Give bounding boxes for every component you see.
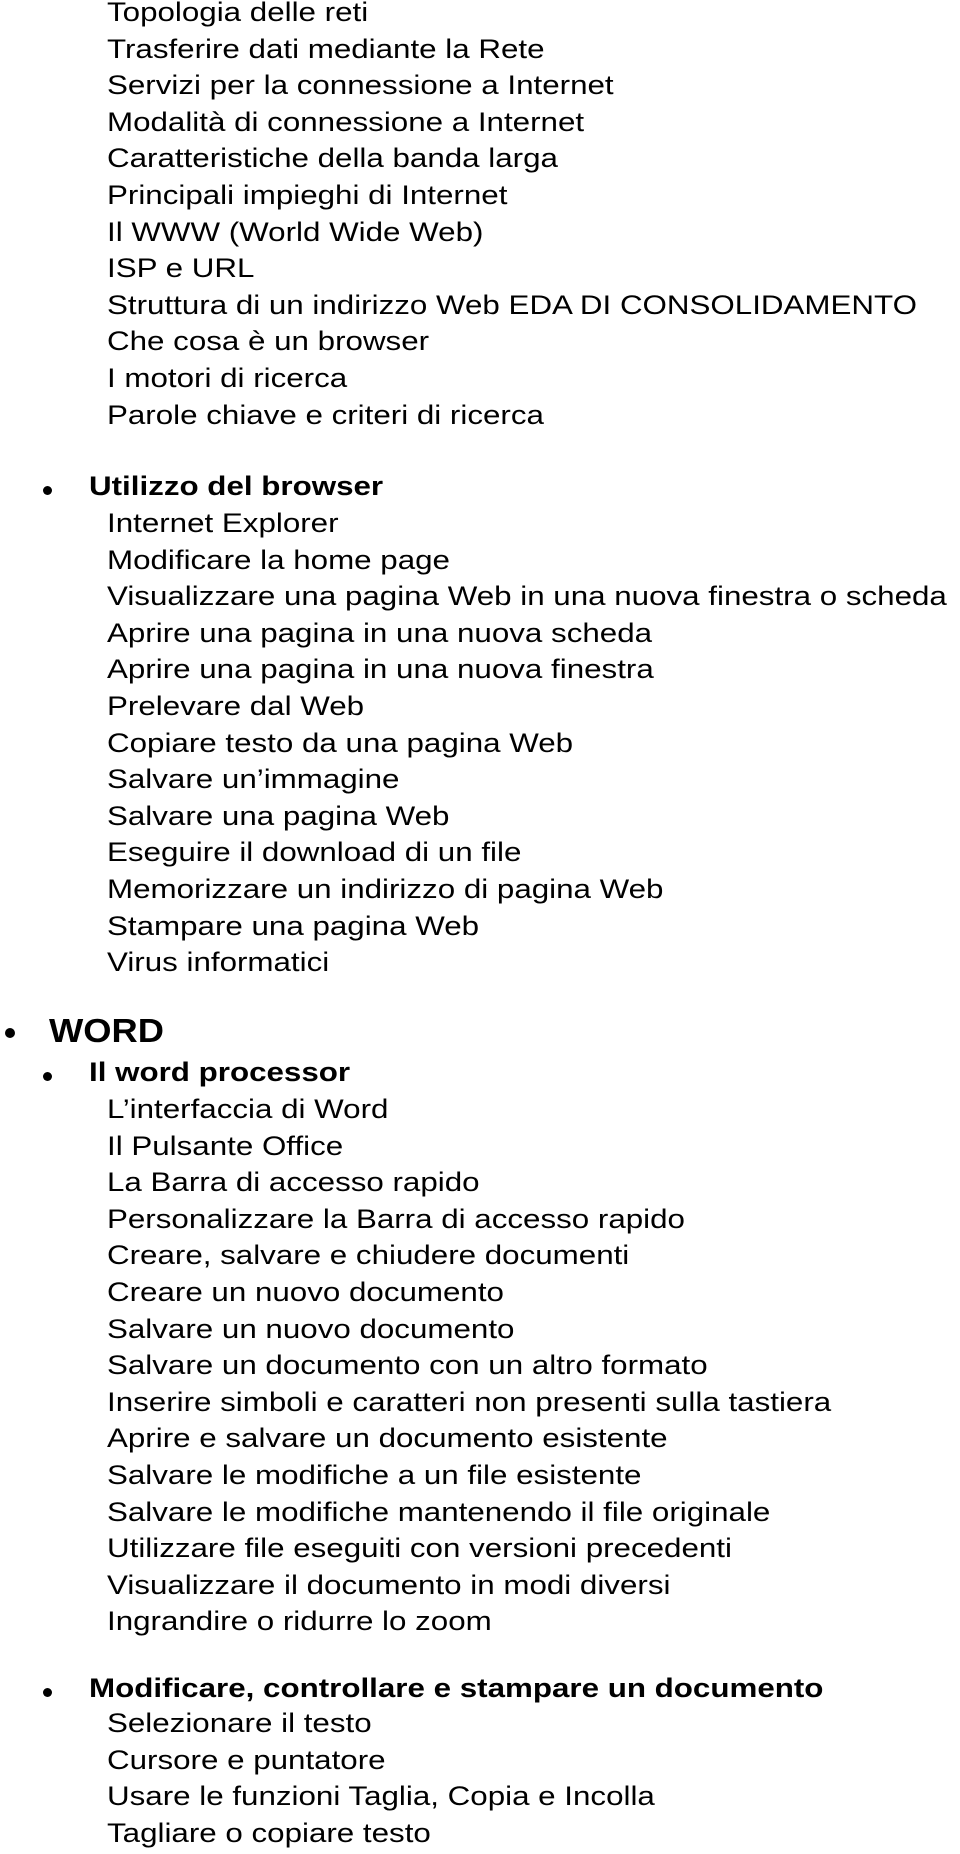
list-item: Virus informatici — [107, 947, 330, 978]
list-item: Salvare una pagina Web — [107, 800, 450, 831]
list-item: ISP e URL — [107, 253, 255, 284]
list-item: Stampare una pagina Web — [107, 910, 480, 941]
list-item: Creare, salvare e chiudere documenti — [107, 1240, 630, 1271]
list-item: Caratteristiche della banda larga — [107, 143, 558, 174]
list-item: Servizi per la connessione a Internet — [107, 70, 614, 101]
list-item: Cursore e puntatore — [107, 1744, 386, 1775]
list-item: Salvare un documento con un altro format… — [107, 1350, 708, 1381]
browser-topic-list: Internet Explorer Modificare la home pag… — [0, 505, 960, 981]
list-item: Eseguire il download di un file — [107, 837, 522, 868]
list-item: Copiare testo da una pagina Web — [107, 727, 574, 758]
editing-topic-list: Selezionare il testo Cursore e puntatore… — [0, 1705, 960, 1851]
list-item: Salvare un nuovo documento — [107, 1313, 515, 1344]
list-item: Internet Explorer — [107, 508, 339, 538]
bullet-icon — [43, 1072, 52, 1081]
bullet-icon — [43, 486, 52, 495]
list-item: Memorizzare un indirizzo di pagina Web — [107, 873, 664, 904]
list-item: Ingrandire o ridurre lo zoom — [107, 1606, 492, 1637]
list-item: La Barra di accesso rapido — [107, 1167, 480, 1198]
list-item: Salvare un’immagine — [107, 764, 400, 795]
list-item: Parole chiave e criteri di ricerca — [107, 399, 544, 430]
bullet-icon — [5, 1028, 15, 1038]
list-item: L’interfaccia di Word — [107, 1094, 389, 1124]
list-item: I motori di ricerca — [107, 362, 348, 393]
list-item: Salvare le modifiche a un file esistente — [107, 1459, 642, 1490]
list-item: Creare un nuovo documento — [107, 1276, 504, 1307]
list-item: Usare le funzioni Taglia, Copia e Incoll… — [107, 1781, 655, 1812]
list-item: Principali impieghi di Internet — [107, 179, 508, 210]
bullet-icon — [43, 1688, 52, 1697]
section-heading-word-processor: Il word processor — [0, 1054, 960, 1091]
section-heading-browser: Utilizzo del browser — [0, 468, 960, 505]
list-item: Prelevare dal Web — [107, 690, 365, 721]
list-item: Il Pulsante Office — [107, 1130, 344, 1161]
list-item: Salvare le modifiche mantenendo il file … — [107, 1496, 771, 1527]
editing-section: Modificare, controllare e stampare un do… — [0, 1670, 960, 1707]
list-item: Struttura di un indirizzo Web EDA DI CON… — [107, 289, 917, 320]
list-item: Modalità di connessione a Internet — [107, 106, 585, 137]
browser-section: Utilizzo del browser — [0, 468, 960, 505]
list-item: Modificare la home page — [107, 544, 450, 575]
list-item: Personalizzare la Barra di accesso rapid… — [107, 1203, 685, 1234]
list-item: Trasferire dati mediante la Rete — [107, 33, 545, 64]
word-processor-topic-list: L’interfaccia di Word Il Pulsante Office… — [0, 1091, 960, 1640]
list-item: Inserire simboli e caratteri non present… — [107, 1386, 832, 1417]
list-item: Aprire e salvare un documento esistente — [107, 1423, 668, 1454]
list-item: Aprire una pagina in una nuova finestra — [107, 654, 654, 685]
list-item: Visualizzare una pagina Web in una nuova… — [107, 581, 947, 612]
list-item: Tagliare o copiare testo — [107, 1817, 431, 1848]
intro-topic-list: Topologia delle reti Trasferire dati med… — [0, 0, 960, 433]
list-item: Topologia delle reti — [107, 0, 369, 27]
section-heading-editing: Modificare, controllare e stampare un do… — [0, 1670, 960, 1707]
list-item: Utilizzare file eseguiti con versioni pr… — [107, 1533, 732, 1564]
word-chapter: WORD — [0, 1011, 960, 1051]
list-item: Aprire una pagina in una nuova scheda — [107, 617, 653, 648]
list-item: Visualizzare il documento in modi divers… — [107, 1569, 671, 1600]
list-item: Il WWW (World Wide Web) — [107, 216, 484, 247]
word-processor-section: Il word processor — [0, 1054, 960, 1091]
list-item: Che cosa è un browser — [107, 326, 430, 357]
chapter-title-word: WORD — [0, 1011, 960, 1051]
list-item: Selezionare il testo — [107, 1708, 372, 1738]
